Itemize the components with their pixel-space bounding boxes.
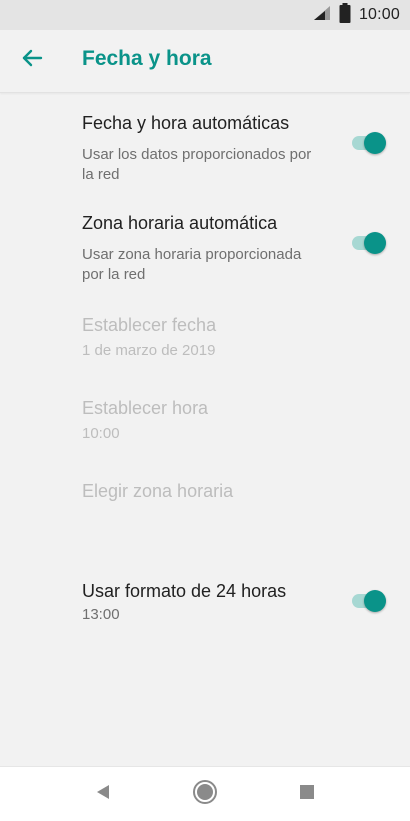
24-hour-format-toggle[interactable]: [350, 588, 390, 614]
cell-signal-icon: [313, 5, 331, 26]
setting-title: Establecer hora: [82, 398, 209, 418]
battery-full-icon: [339, 2, 351, 28]
setting-summary: Usar zona horaria proporcionada por la r…: [82, 246, 302, 283]
setting-title: Usar formato de 24 horas: [82, 581, 287, 601]
setting-title: Establecer fecha: [82, 315, 217, 335]
app-bar: Fecha y hora: [0, 30, 410, 93]
status-bar: 10:00: [0, 0, 410, 30]
page-title: Fecha y hora: [82, 47, 212, 70]
nav-home-circle-icon: [192, 779, 218, 810]
nav-recents-square-icon: [299, 784, 315, 805]
toggle-thumb: [364, 590, 386, 612]
auto-timezone-toggle[interactable]: [350, 230, 390, 256]
setting-auto-date-time[interactable]: Fecha y hora automáticas Usar los datos …: [0, 103, 410, 193]
arrow-back-icon: [21, 49, 43, 72]
setting-set-time: Establecer hora 10:00: [0, 388, 410, 458]
toggle-thumb: [364, 232, 386, 254]
setting-summary: Usar los datos proporcionados por la red: [82, 146, 312, 183]
setting-title: Elegir zona horaria: [82, 481, 234, 501]
setting-summary: 10:00: [82, 425, 120, 442]
setting-24-hour-format[interactable]: Usar formato de 24 horas 13:00: [0, 571, 410, 641]
nav-back-triangle-icon: [94, 783, 112, 806]
status-icons: 10:00: [313, 2, 400, 28]
setting-summary: 13:00: [82, 606, 120, 623]
setting-summary: 1 de marzo de 2019: [82, 342, 216, 359]
nav-recents-button[interactable]: [292, 779, 322, 809]
toggle-thumb: [364, 132, 386, 154]
nav-back-button[interactable]: [88, 779, 118, 809]
setting-title: Fecha y hora automáticas: [82, 113, 290, 133]
navigation-bar: [0, 766, 410, 821]
setting-choose-timezone: Elegir zona horaria: [0, 471, 410, 521]
status-time: 10:00: [358, 6, 400, 23]
nav-home-button[interactable]: [190, 779, 220, 809]
setting-set-date: Establecer fecha 1 de marzo de 2019: [0, 305, 410, 375]
auto-date-time-toggle[interactable]: [350, 130, 390, 156]
back-button[interactable]: [14, 42, 50, 78]
setting-auto-timezone[interactable]: Zona horaria automática Usar zona horari…: [0, 203, 410, 293]
setting-title: Zona horaria automática: [82, 213, 278, 233]
